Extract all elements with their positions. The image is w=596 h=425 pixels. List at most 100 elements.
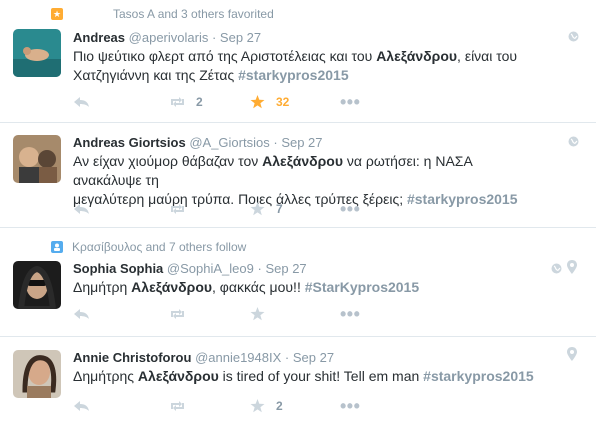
text-highlight: Αλεξάνδρου: [131, 279, 213, 295]
retweet-button[interactable]: [168, 203, 210, 215]
star-icon: [250, 95, 265, 109]
text-highlight: Αλεξάνδρου: [376, 48, 458, 64]
timestamp[interactable]: Sep 27: [265, 261, 306, 276]
retweet-icon: [171, 97, 184, 107]
star-icon: [250, 202, 265, 216]
tweet-actions: 7 •••: [73, 199, 361, 219]
reply-icon: [74, 309, 89, 319]
tweet-actions: •••: [73, 304, 361, 324]
reply-button[interactable]: [73, 308, 90, 320]
avatar[interactable]: [13, 350, 61, 398]
more-icon: •••: [340, 92, 361, 112]
text-part: , φακκάς μου!!: [212, 279, 305, 295]
hashtag-link[interactable]: #starkypros2015: [423, 368, 534, 384]
text-part: Δημήτρης: [73, 368, 138, 384]
avatar-image: [13, 135, 61, 183]
retweet-icon: [171, 309, 184, 319]
more-icon: •••: [340, 396, 361, 416]
text-highlight: Αλεξάνδρου: [262, 153, 344, 169]
favorite-count: 2: [276, 399, 283, 413]
retweet-button[interactable]: [168, 400, 210, 412]
reply-icon: [74, 204, 89, 214]
tweet-context: ★ Tasos A and 3 others favorited: [51, 6, 274, 22]
tweet-text: Πιο ψεύτικο φλερτ από της Αριστοτέλειας …: [73, 47, 543, 85]
retweet-button[interactable]: [168, 308, 210, 320]
more-icon: •••: [340, 304, 361, 324]
retweet-icon: [171, 204, 184, 214]
favorite-button[interactable]: 32: [250, 95, 290, 109]
context-text: Tasos A and 3 others favorited: [113, 7, 274, 21]
tweet[interactable]: Andreas Giortsios @A_Giortsios · Sep 27 …: [0, 123, 596, 228]
separator: ·: [257, 261, 262, 276]
tweet-context: Κρασίβουλος and 7 others follow: [51, 239, 246, 255]
tweet[interactable]: ★ Tasos A and 3 others favorited Andreas…: [0, 0, 596, 123]
tweet-actions: 2 32 •••: [73, 92, 361, 112]
avatar-image: [13, 261, 61, 309]
text-part: Δημήτρη: [73, 279, 132, 295]
text-highlight: Αλεξάνδρου: [137, 368, 219, 384]
timestamp[interactable]: Sep 27: [293, 350, 334, 365]
favorite-button[interactable]: [250, 307, 290, 321]
avatar[interactable]: [13, 135, 61, 183]
more-button[interactable]: •••: [340, 92, 361, 112]
separator: ·: [284, 350, 290, 365]
more-button[interactable]: •••: [340, 304, 361, 324]
retweet-icon: [171, 401, 184, 411]
reply-button[interactable]: [73, 96, 90, 108]
fullname[interactable]: Annie Christoforou: [73, 350, 191, 365]
tweet-text: Δημήτρη Αλεξάνδρου, φακκάς μου!! #StarKy…: [73, 278, 543, 297]
context-text: Κρασίβουλος and 7 others follow: [72, 240, 247, 254]
fullname[interactable]: Andreas: [73, 30, 125, 45]
tweet-header: Annie Christoforou @annie1948IX · Sep 27: [73, 350, 334, 365]
favorite-count: 7: [276, 202, 283, 216]
location-pin-icon[interactable]: [567, 347, 577, 361]
tweet-actions: 2 •••: [73, 396, 361, 416]
more-icon: •••: [340, 199, 361, 219]
text-part: Πιο ψεύτικο φλερτ από της Αριστοτέλειας …: [73, 48, 377, 64]
separator: ·: [211, 30, 217, 45]
star-icon: [250, 307, 265, 321]
retweet-count: 2: [196, 95, 203, 109]
reply-icon: [74, 97, 89, 107]
avatar[interactable]: [13, 261, 61, 309]
hashtag-link[interactable]: #StarKypros2015: [305, 279, 419, 295]
fullname[interactable]: Sophia Sophia: [73, 261, 163, 276]
retweet-button[interactable]: 2: [168, 95, 210, 109]
favorite-button[interactable]: 7: [250, 202, 290, 216]
timestamp[interactable]: Sep 27: [220, 30, 261, 45]
avatar-image: [13, 29, 61, 77]
reply-button[interactable]: [73, 203, 90, 215]
favorite-context-icon: ★: [51, 8, 63, 20]
reply-icon: [74, 401, 89, 411]
fullname[interactable]: Andreas Giortsios: [73, 135, 186, 150]
username[interactable]: @A_Giortsios: [189, 135, 269, 150]
tweet-header: Sophia Sophia @SophiA_leo9 · Sep 27: [73, 261, 307, 276]
hashtag-link[interactable]: #starkypros2015: [238, 67, 349, 83]
tweet-header: Andreas Giortsios @A_Giortsios · Sep 27: [73, 135, 323, 150]
reply-button[interactable]: [73, 400, 90, 412]
timestamp[interactable]: Sep 27: [281, 135, 322, 150]
globe-icon: [551, 263, 562, 274]
star-icon: [250, 399, 265, 413]
tweet-header: Andreas @aperivolaris · Sep 27: [73, 30, 261, 45]
favorite-count: 32: [276, 95, 290, 109]
tweet[interactable]: Κρασίβουλος and 7 others follow Sophia S…: [0, 228, 596, 337]
avatar[interactable]: [13, 29, 61, 77]
follow-context-icon: [51, 241, 63, 253]
hashtag-link[interactable]: #starkypros2015: [407, 191, 518, 207]
more-button[interactable]: •••: [340, 396, 361, 416]
timeline: ★ Tasos A and 3 others favorited Andreas…: [0, 0, 596, 425]
text-part: is tired of your shit! Tell em man: [218, 368, 424, 384]
globe-icon: [568, 31, 579, 42]
favorite-button[interactable]: 2: [250, 399, 290, 413]
tweet-text: Δημήτρης Αλεξάνδρου is tired of your shi…: [73, 367, 543, 386]
tweet[interactable]: Annie Christoforou @annie1948IX · Sep 27…: [0, 337, 596, 425]
username[interactable]: @annie1948IX: [195, 350, 281, 365]
globe-icon: [568, 136, 579, 147]
location-pin-icon[interactable]: [567, 260, 577, 274]
separator: ·: [273, 135, 278, 150]
username[interactable]: @SophiA_leo9: [167, 261, 254, 276]
more-button[interactable]: •••: [340, 199, 361, 219]
username[interactable]: @aperivolaris: [129, 30, 209, 45]
avatar-image: [13, 350, 61, 398]
